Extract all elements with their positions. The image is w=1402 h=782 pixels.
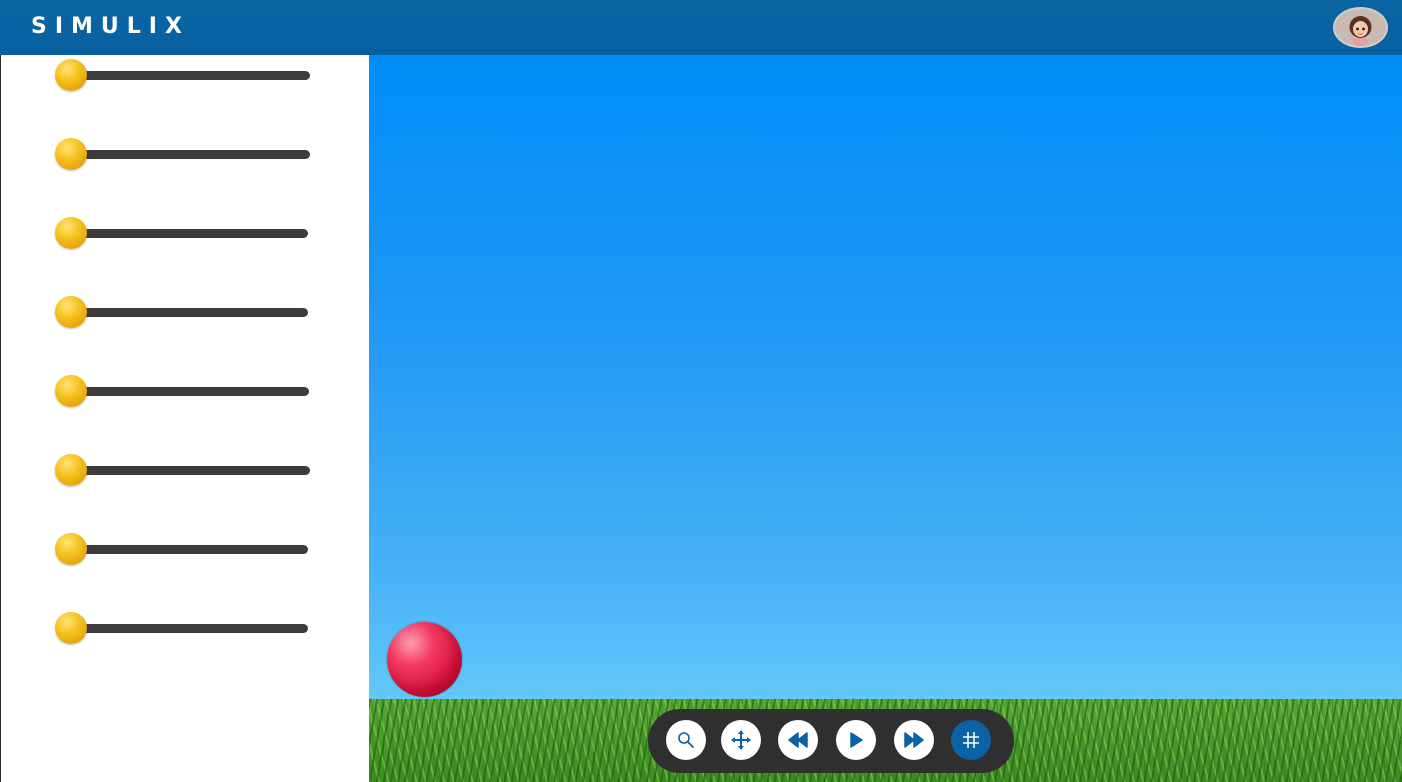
slider-thumb[interactable] <box>55 138 87 170</box>
parameter-slider-8[interactable] <box>55 612 311 644</box>
slider-track[interactable] <box>69 466 310 475</box>
user-avatar-icon[interactable] <box>1333 7 1388 48</box>
zoom-icon <box>678 732 694 748</box>
parameter-slider-2[interactable] <box>55 138 311 170</box>
red-ball[interactable] <box>387 622 462 697</box>
slider-track[interactable] <box>69 308 308 317</box>
slider-track[interactable] <box>69 150 310 159</box>
parameter-slider-3[interactable] <box>55 217 311 249</box>
slider-track[interactable] <box>69 71 310 80</box>
slider-thumb[interactable] <box>55 296 87 328</box>
slider-track[interactable] <box>69 545 308 554</box>
fast-forward-button[interactable] <box>894 720 934 760</box>
slider-thumb[interactable] <box>55 217 87 249</box>
move-icon <box>731 730 751 750</box>
rewind-button[interactable] <box>778 720 818 760</box>
slider-track[interactable] <box>69 229 308 238</box>
grid-toggle-button[interactable] <box>951 720 991 760</box>
parameter-slider-1[interactable] <box>55 59 311 91</box>
slider-track[interactable] <box>69 624 308 633</box>
parameter-slider-6[interactable] <box>55 454 311 486</box>
rewind-icon <box>788 732 808 748</box>
zoom-button[interactable] <box>666 720 706 760</box>
slider-track[interactable] <box>69 387 309 396</box>
app-logo: SIMULIX <box>31 14 190 39</box>
parameter-slider-7[interactable] <box>55 533 311 565</box>
move-button[interactable] <box>721 720 761 760</box>
parameter-panel <box>0 55 369 782</box>
slider-thumb[interactable] <box>55 533 87 565</box>
playback-toolbar <box>648 709 1014 773</box>
simulation-canvas[interactable] <box>369 55 1402 782</box>
slider-thumb[interactable] <box>55 454 87 486</box>
parameter-slider-5[interactable] <box>55 375 311 407</box>
slider-thumb[interactable] <box>55 612 87 644</box>
grid-icon <box>963 732 979 748</box>
slider-thumb[interactable] <box>55 59 87 91</box>
slider-thumb[interactable] <box>55 375 87 407</box>
parameter-slider-4[interactable] <box>55 296 311 328</box>
play-button[interactable] <box>836 720 876 760</box>
play-icon <box>850 732 863 748</box>
app-header: SIMULIX <box>0 0 1402 55</box>
fast-forward-icon <box>904 732 924 748</box>
